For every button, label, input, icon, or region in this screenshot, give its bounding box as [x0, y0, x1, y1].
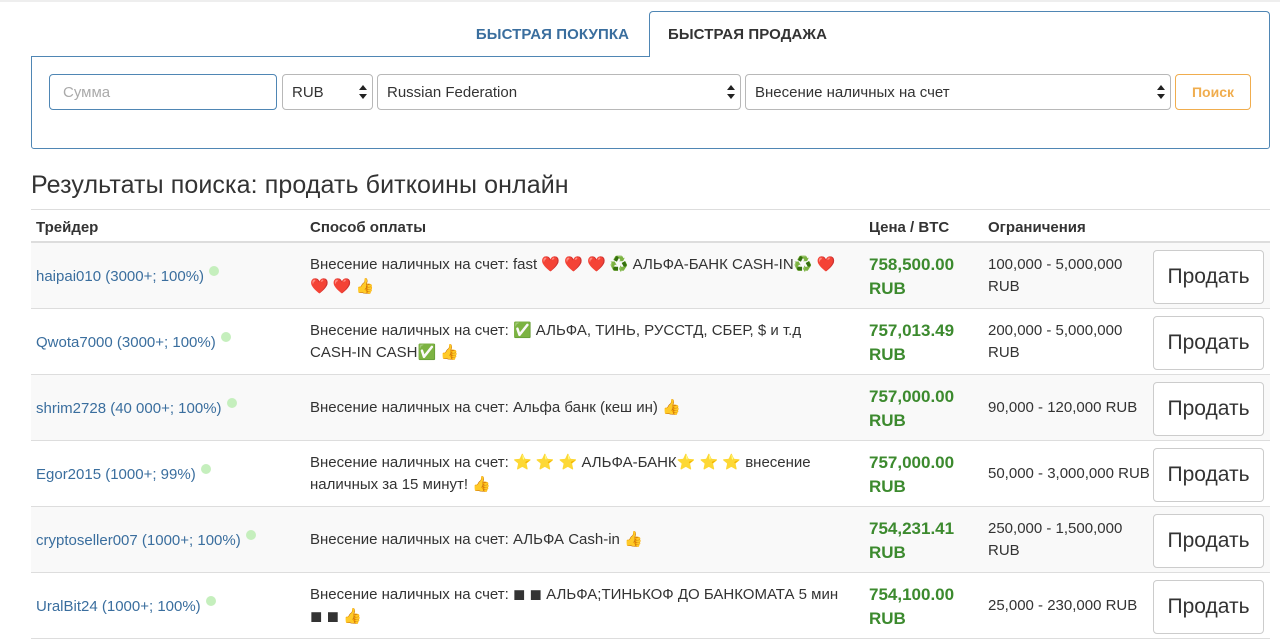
- price-currency: RUB: [869, 543, 906, 562]
- trader-link[interactable]: UralBit24 (1000+; 100%): [36, 573, 216, 639]
- payment-method-select-value: Внесение наличных на счет: [755, 83, 950, 101]
- online-status-icon: [205, 596, 216, 606]
- payment-method: Внесение наличных на счет: АЛЬФА Cash-in…: [310, 507, 850, 573]
- table-row: UralBit24 (1000+; 100%) Внесение наличны…: [31, 573, 1270, 639]
- select-arrows-icon: [1157, 83, 1165, 101]
- country-select-value: Russian Federation: [387, 83, 518, 101]
- price-value: 754,231.41: [869, 519, 955, 538]
- table-row: Qwota7000 (3000+; 100%) Внесение наличны…: [31, 309, 1270, 375]
- column-header-limits: Ограничения: [988, 219, 1086, 236]
- sell-button[interactable]: Продать: [1153, 514, 1264, 568]
- payment-method: Внесение наличных на счет: ✅ АЛЬФА, ТИНЬ…: [310, 309, 850, 375]
- trader-link[interactable]: shrim2728 (40 000+; 100%): [36, 375, 237, 441]
- sell-button[interactable]: Продать: [1153, 382, 1264, 436]
- search-filter-panel: Сумма RUB Russian Federation Внесение на…: [31, 56, 1270, 149]
- limits-text: 100,000 - 5,000,000 RUB: [988, 256, 1123, 295]
- online-status-icon: [226, 398, 237, 408]
- payment-method-select[interactable]: Внесение наличных на счет: [745, 74, 1171, 110]
- select-arrows-icon: [727, 83, 735, 101]
- limits: 50,000 - 3,000,000 RUB: [988, 441, 1158, 507]
- search-button[interactable]: Поиск: [1175, 74, 1251, 110]
- trader-link[interactable]: cryptoseller007 (1000+; 100%): [36, 507, 256, 573]
- sell-button[interactable]: Продать: [1153, 580, 1264, 634]
- limits: 25,000 - 230,000 RUB: [988, 573, 1158, 639]
- price-value: 757,000.00: [869, 453, 955, 472]
- country-select[interactable]: Russian Federation: [377, 74, 741, 110]
- price-value: 757,013.49: [869, 321, 955, 340]
- payment-text: Внесение наличных на счет: Альфа банк (к…: [310, 399, 681, 416]
- column-header-payment: Способ оплаты: [310, 219, 427, 236]
- limits: 250,000 - 1,500,000 RUB: [988, 507, 1158, 573]
- tab-quick-sell[interactable]: БЫСТРАЯ ПРОДАЖА: [649, 11, 1270, 57]
- price: 754,231.41 RUB: [869, 517, 979, 565]
- trader-link[interactable]: Egor2015 (1000+; 99%): [36, 441, 211, 507]
- price: 757,013.49 RUB: [869, 319, 979, 367]
- limits-text: 50,000 - 3,000,000 RUB: [988, 465, 1150, 482]
- price: 757,000.00 RUB: [869, 385, 979, 433]
- payment-method: Внесение наличных на счет: Альфа банк (к…: [310, 375, 850, 441]
- trader-name: haipai010 (3000+; 100%): [36, 267, 205, 285]
- payment-method: Внесение наличных на счет: ◼ ◼ АЛЬФА;ТИН…: [310, 573, 850, 639]
- online-status-icon: [209, 266, 220, 276]
- online-status-icon: [220, 332, 231, 342]
- table-row: haipai010 (3000+; 100%) Внесение наличны…: [31, 243, 1270, 309]
- price: 758,500.00 RUB: [869, 253, 979, 301]
- trader-link[interactable]: Qwota7000 (3000+; 100%): [36, 309, 231, 375]
- price-currency: RUB: [869, 411, 906, 430]
- column-header-trader: Трейдер: [36, 219, 99, 236]
- price-currency: RUB: [869, 279, 906, 298]
- price-value: 754,100.00: [869, 585, 955, 604]
- tab-quick-buy[interactable]: БЫСТРАЯ ПОКУПКА: [456, 11, 649, 57]
- payment-text: Внесение наличных на счет: ◼ ◼ АЛЬФА;ТИН…: [310, 586, 839, 625]
- trader-name: Qwota7000 (3000+; 100%): [36, 333, 216, 351]
- currency-select-value: RUB: [292, 83, 324, 101]
- limits-text: 90,000 - 120,000 RUB: [988, 399, 1138, 416]
- sell-button[interactable]: Продать: [1153, 448, 1264, 502]
- payment-text: Внесение наличных на счет: fast ❤️ ❤️ ❤️…: [310, 256, 836, 295]
- payment-text: Внесение наличных на счет: ⭐ ⭐ ⭐ АЛЬФА-Б…: [310, 454, 811, 493]
- sell-button[interactable]: Продать: [1153, 316, 1264, 370]
- table-header: Трейдер Способ оплаты Цена / BTC Огранич…: [31, 209, 1270, 243]
- table-row: cryptoseller007 (1000+; 100%) Внесение н…: [31, 507, 1270, 573]
- limits-text: 200,000 - 5,000,000 RUB: [988, 322, 1123, 361]
- price: 757,000.00 RUB: [869, 451, 979, 499]
- trader-name: Egor2015 (1000+; 99%): [36, 465, 196, 483]
- amount-input[interactable]: Сумма: [49, 74, 277, 110]
- price-currency: RUB: [869, 609, 906, 628]
- trade-tabs: БЫСТРАЯ ПОКУПКА БЫСТРАЯ ПРОДАЖА: [0, 0, 1280, 57]
- trader-link[interactable]: haipai010 (3000+; 100%): [36, 243, 220, 309]
- limits: 90,000 - 120,000 RUB: [988, 375, 1158, 441]
- limits: 100,000 - 5,000,000 RUB: [988, 243, 1158, 309]
- trader-name: cryptoseller007 (1000+; 100%): [36, 531, 241, 549]
- trader-name: shrim2728 (40 000+; 100%): [36, 399, 222, 417]
- select-arrows-icon: [359, 83, 367, 101]
- table-row: Egor2015 (1000+; 99%) Внесение наличных …: [31, 441, 1270, 507]
- payment-method: Внесение наличных на счет: ⭐ ⭐ ⭐ АЛЬФА-Б…: [310, 441, 850, 507]
- online-status-icon: [200, 464, 211, 474]
- payment-text: Внесение наличных на счет: АЛЬФА Cash-in…: [310, 531, 643, 548]
- limits-text: 25,000 - 230,000 RUB: [988, 597, 1138, 614]
- price-currency: RUB: [869, 345, 906, 364]
- price-value: 757,000.00: [869, 387, 955, 406]
- results-table: Трейдер Способ оплаты Цена / BTC Огранич…: [31, 209, 1270, 639]
- column-header-price: Цена / BTC: [869, 219, 950, 236]
- price-value: 758,500.00: [869, 255, 955, 274]
- table-row: shrim2728 (40 000+; 100%) Внесение налич…: [31, 375, 1270, 441]
- currency-select[interactable]: RUB: [282, 74, 373, 110]
- sell-button[interactable]: Продать: [1153, 250, 1264, 304]
- results-heading: Результаты поиска: продать биткоины онла…: [31, 171, 569, 199]
- trader-name: UralBit24 (1000+; 100%): [36, 597, 201, 615]
- limits-text: 250,000 - 1,500,000 RUB: [988, 520, 1123, 559]
- price: 754,100.00 RUB: [869, 583, 979, 631]
- online-status-icon: [245, 530, 256, 540]
- price-currency: RUB: [869, 477, 906, 496]
- payment-text: Внесение наличных на счет: ✅ АЛЬФА, ТИНЬ…: [310, 322, 802, 361]
- limits: 200,000 - 5,000,000 RUB: [988, 309, 1158, 375]
- payment-method: Внесение наличных на счет: fast ❤️ ❤️ ❤️…: [310, 243, 850, 309]
